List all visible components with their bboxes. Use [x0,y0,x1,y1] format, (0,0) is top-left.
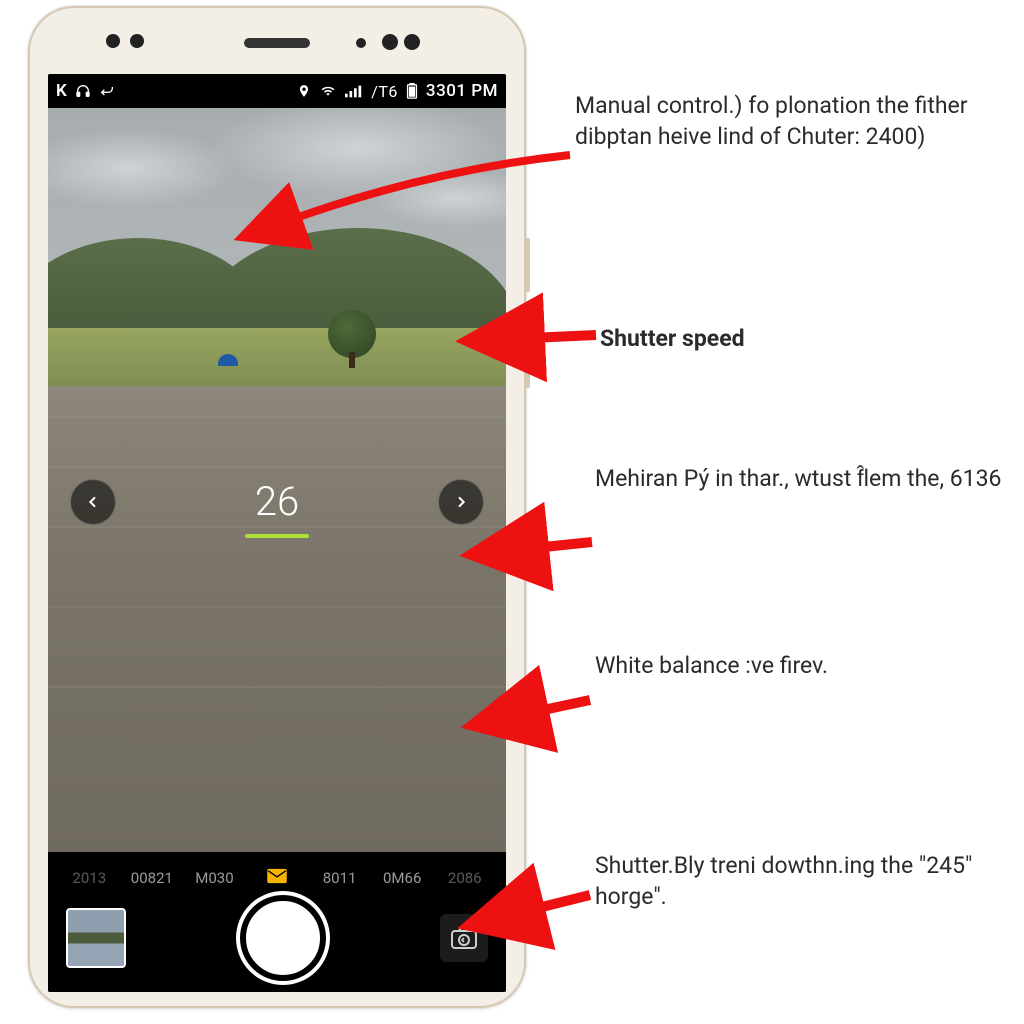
annotation-white-balance: White balance :ve firev. [595,650,1015,681]
front-sensor [130,34,144,48]
annotation-manual-control: Manual control.) fo plonation the fither… [575,90,1015,152]
location-icon [297,83,311,99]
phone-frame: K /T6 [28,6,526,1008]
earpiece-speaker [244,38,310,48]
volume-button[interactable] [524,308,530,388]
viewfinder-scene [48,328,506,388]
mail-icon[interactable] [246,868,309,889]
front-sensor [106,34,120,48]
proximity-sensor [356,38,366,48]
power-button[interactable] [524,238,530,292]
carrier-label: /T6 [371,82,398,101]
signal-icon [345,84,363,98]
viewfinder-scene [48,386,506,852]
share-icon [99,83,115,99]
stepper-prev-button[interactable] [70,479,116,525]
status-letter: K [56,81,67,101]
phone-screen: K /T6 [48,74,506,992]
mode-item[interactable]: M030 [183,869,246,887]
annotation-mehiran: Mehiran Pý in thar., wtust f̂lem the, 61… [595,463,1015,494]
clock: 3301 PM [426,81,498,101]
front-camera [382,34,398,50]
mode-item[interactable]: 00821 [121,869,184,887]
headset-icon [75,83,91,99]
stepper-underline [245,534,309,538]
mode-item[interactable]: 2013 [58,869,121,887]
gallery-thumbnail[interactable] [66,908,126,968]
camera-viewfinder[interactable]: 26 [48,108,506,852]
camera-controls [48,892,506,992]
switch-camera-button[interactable] [440,914,488,962]
front-camera [404,34,420,50]
battery-icon [406,83,418,99]
stepper-next-button[interactable] [438,479,484,525]
annotation-shutter-speed: Shutter speed [600,323,745,354]
status-bar: K /T6 [48,74,506,108]
viewfinder-scene [328,310,376,358]
mode-item[interactable]: 8011 [308,869,371,887]
value-stepper: 26 [48,478,506,525]
stepper-value: 26 [255,478,299,525]
viewfinder-scene [48,218,506,338]
mode-item[interactable]: 2086 [433,869,496,887]
mode-item[interactable]: 0M66 [371,869,434,887]
wifi-icon [319,84,337,98]
annotation-shutter-bly: Shutter.Bly treni dowthn.ing the "245" h… [595,850,1024,912]
shutter-button[interactable] [240,895,326,981]
